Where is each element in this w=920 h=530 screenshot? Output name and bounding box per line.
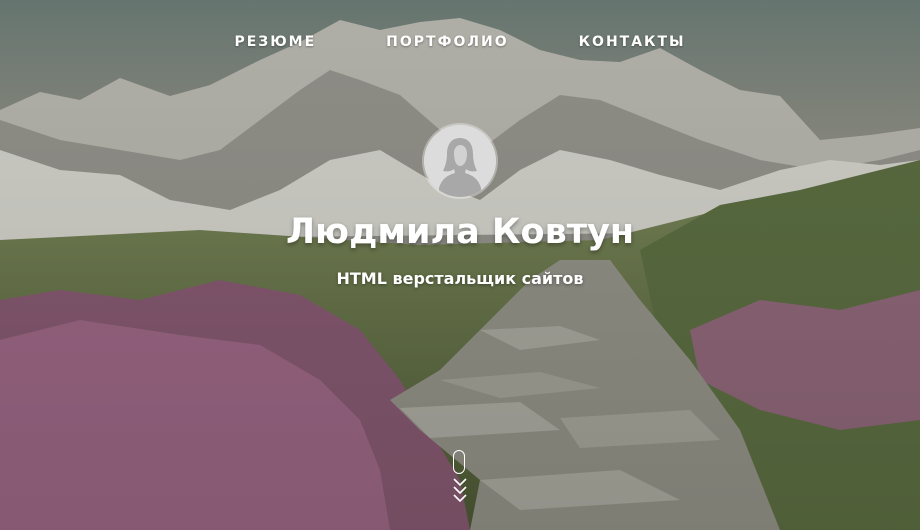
nav-item-portfolio[interactable]: ПОРТФОЛИО	[386, 34, 508, 50]
nav-item-contacts[interactable]: КОНТАКТЫ	[579, 34, 686, 50]
hero-section: РЕЗЮМЕ ПОРТФОЛИО КОНТАКТЫ Людмила Ковтун…	[0, 0, 920, 530]
page-title: Людмила Ковтун	[285, 212, 635, 252]
nav-item-resume[interactable]: РЕЗЮМЕ	[234, 34, 316, 50]
mouse-icon	[453, 450, 465, 474]
user-avatar-icon	[424, 125, 496, 197]
scroll-down-icon[interactable]	[451, 450, 469, 510]
main-nav: РЕЗЮМЕ ПОРТФОЛИО КОНТАКТЫ	[0, 34, 920, 50]
chevron-down-icon	[453, 478, 467, 503]
page-subtitle: HTML верстальщик сайтов	[336, 269, 584, 288]
